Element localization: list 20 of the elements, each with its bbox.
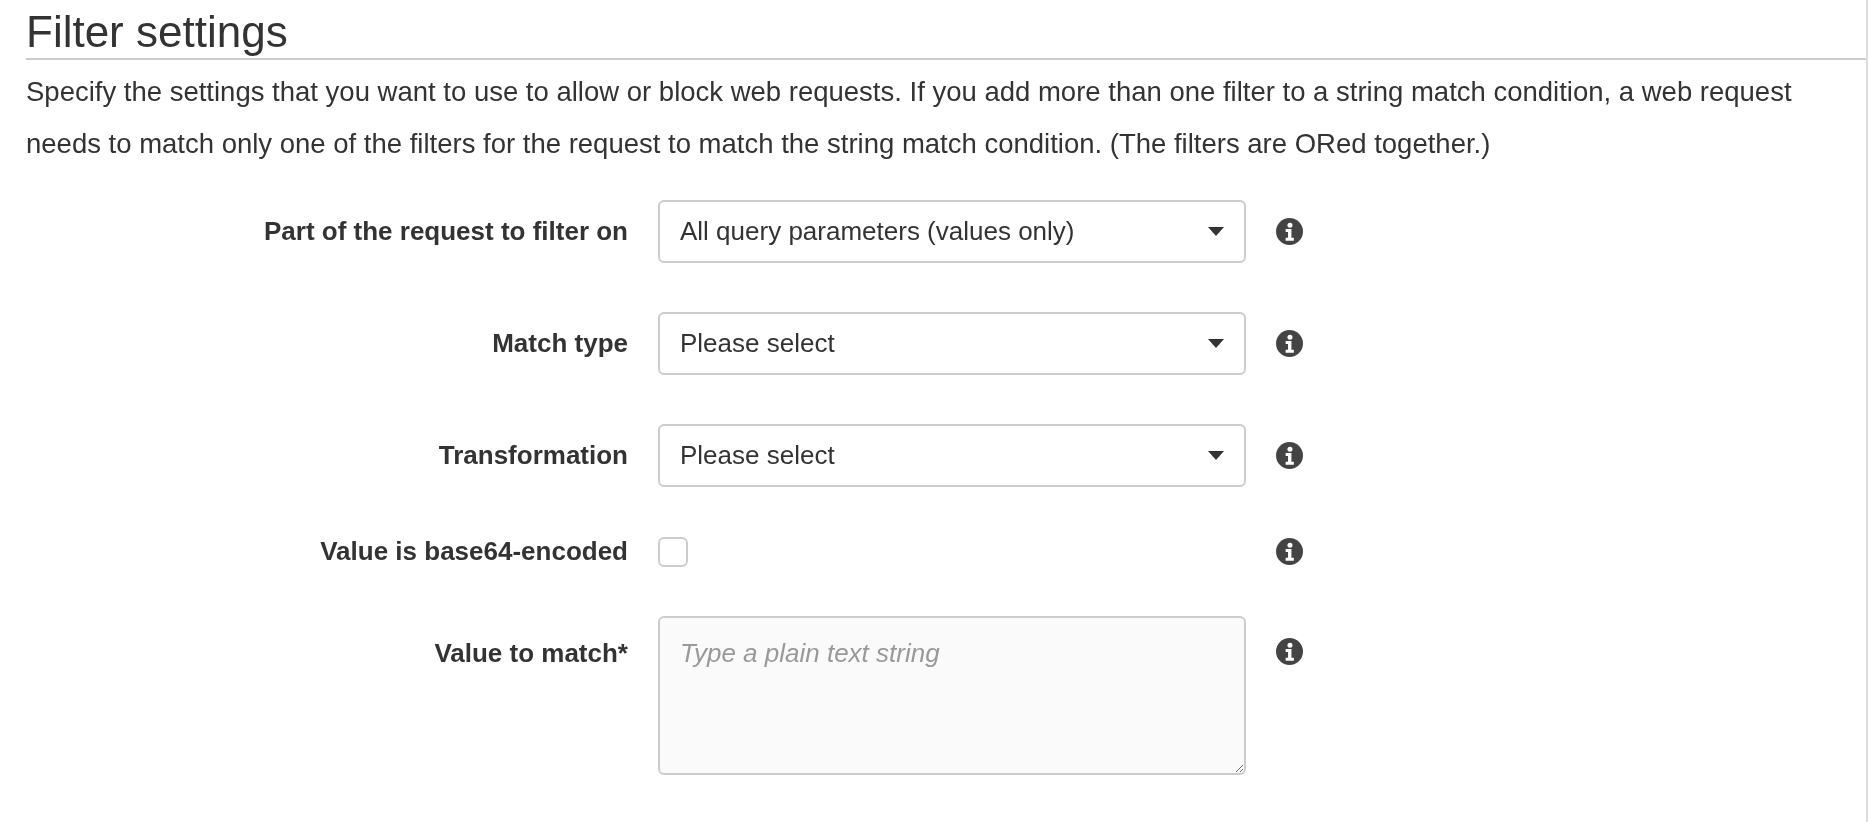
field-label: Value is base64-encoded: [320, 536, 628, 567]
caret-icon: [1208, 339, 1224, 348]
text-area[interactable]: Type a plain text string: [658, 616, 1246, 775]
dropdown[interactable]: Please select: [658, 312, 1246, 375]
dropdown[interactable]: All query parameters (values only): [658, 200, 1246, 263]
field-label: Value to match*: [434, 638, 628, 669]
info-icon[interactable]: [1276, 442, 1303, 469]
info-icon[interactable]: [1276, 538, 1303, 565]
info-icon[interactable]: [1276, 218, 1303, 245]
field-label: Part of the request to filter on: [263, 216, 628, 247]
caret-icon: [1208, 451, 1224, 460]
description-text: Specify the settings that you want to use to allow or block web requests. If you add more than one filter to a string match condition, a web request needs to match only one of the filters for the request to match the string match condition. (The filters are ORed together.): [26, 75, 1793, 161]
checkbox[interactable]: [658, 536, 688, 567]
info-icon[interactable]: [1276, 330, 1303, 357]
dropdown[interactable]: Please select: [658, 424, 1246, 487]
section-title: Filter settings: [26, 0, 1866, 60]
info-icon[interactable]: [1276, 638, 1303, 665]
field-label: Transformation: [438, 440, 628, 471]
field-label: Match type: [492, 328, 628, 359]
caret-icon: [1208, 227, 1224, 236]
